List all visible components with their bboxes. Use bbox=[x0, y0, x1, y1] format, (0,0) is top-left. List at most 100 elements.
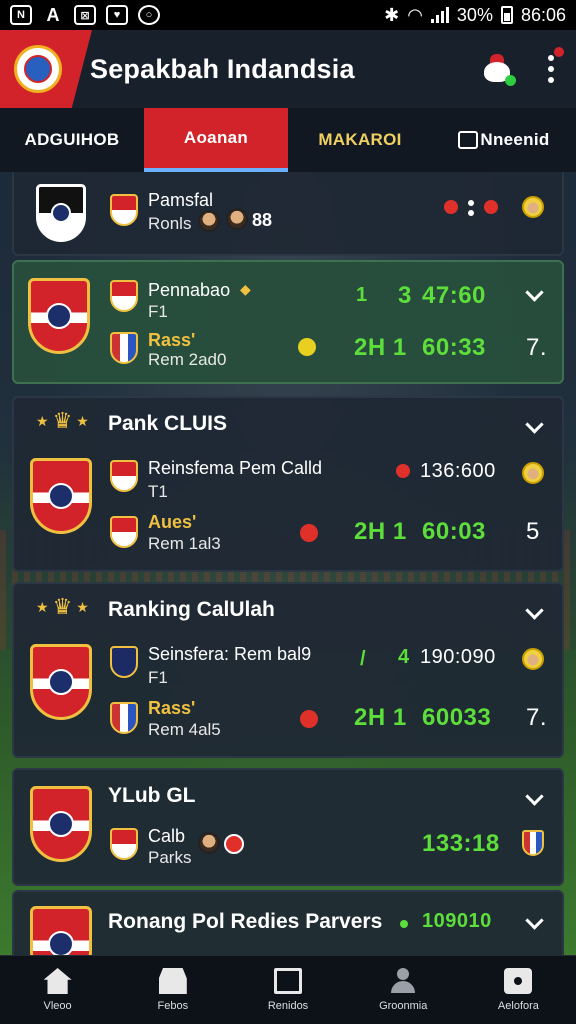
team-name: Rass' bbox=[148, 330, 196, 350]
expand-chevron-icon[interactable] bbox=[525, 911, 544, 930]
red-card-icon bbox=[396, 464, 410, 478]
team-name: Pamsfal bbox=[148, 190, 214, 210]
nav-item-home[interactable]: Vleoo bbox=[0, 956, 115, 1024]
team-name: Calb bbox=[148, 826, 186, 846]
nav-label: Vleoo bbox=[43, 1000, 72, 1012]
red-card-icon bbox=[444, 200, 458, 214]
team-badge bbox=[110, 194, 138, 226]
player-avatar bbox=[226, 208, 248, 230]
yellow-card-icon bbox=[298, 338, 316, 356]
tab-3-icon bbox=[458, 131, 479, 149]
live-dot bbox=[400, 920, 408, 928]
tab-3[interactable]: Nneenid bbox=[432, 108, 576, 172]
team-badge bbox=[110, 516, 138, 548]
player-avatar bbox=[522, 648, 544, 670]
match-time: 60:33 bbox=[422, 334, 486, 361]
club-crest bbox=[30, 786, 92, 862]
tab-0[interactable]: ADGUIHOB bbox=[0, 108, 144, 172]
match-time: 133:18 bbox=[422, 830, 500, 857]
match-card[interactable]: ★ ♛ ★ Pank CLUIS Reinsfema Pem Calld T1 13… bbox=[12, 396, 564, 572]
team-subtitle: Parks bbox=[148, 848, 192, 867]
match-time: 190:090 bbox=[420, 646, 496, 668]
rating-icon: ◆ bbox=[240, 281, 251, 297]
match-card[interactable]: Ronang Pol Redies Parvers 109010 bbox=[12, 890, 564, 955]
location-icon: ♥ bbox=[106, 5, 128, 25]
red-card-icon bbox=[300, 524, 318, 542]
team-badge bbox=[110, 702, 138, 734]
signal-icon bbox=[430, 7, 449, 23]
match-time: 109010 bbox=[422, 910, 492, 932]
store-icon bbox=[158, 968, 187, 994]
league-stars-icon: ★ ♛ ★ bbox=[36, 594, 89, 619]
match-count: 5 bbox=[526, 518, 540, 545]
nav-label: Febos bbox=[157, 1000, 189, 1012]
player-tag: 88 bbox=[252, 210, 273, 230]
team-subtitle: Rem 4al5 bbox=[148, 720, 221, 739]
user-icon bbox=[389, 968, 417, 994]
nav-label: Aelofora bbox=[497, 1000, 539, 1012]
club-crest bbox=[36, 184, 86, 242]
player-avatar bbox=[198, 210, 220, 232]
league-heading: Pank CLUIS bbox=[108, 412, 228, 435]
league-stars-icon: ★ ♛ ★ bbox=[36, 408, 89, 433]
notification-bell-icon[interactable] bbox=[482, 54, 516, 86]
info-icon bbox=[504, 968, 533, 994]
nav-item-store[interactable]: Febos bbox=[115, 956, 230, 1024]
battery-icon bbox=[500, 6, 513, 24]
app-title: Sepakbah Indandsia bbox=[90, 53, 355, 84]
more-options-icon[interactable] bbox=[548, 47, 564, 83]
bottom-navigation: Vleoo Febos Renidos Groonmia Aelofora bbox=[0, 955, 576, 1024]
league-heading: Ranking CalUlah bbox=[108, 598, 275, 621]
federation-logo bbox=[14, 45, 62, 93]
player-avatar bbox=[198, 832, 220, 854]
nav-label: Renidos bbox=[267, 1000, 309, 1012]
gallery-icon: ⊠ bbox=[74, 5, 96, 25]
box-icon bbox=[274, 968, 302, 994]
tab-bar: ADGUIHOB Aoanan MAKAROI Nneenid bbox=[0, 108, 576, 172]
tab-2[interactable]: MAKAROI bbox=[288, 108, 432, 172]
match-card[interactable]: YLub GL Calb Parks 133:18 bbox=[12, 768, 564, 886]
half-indicator: 2H 1 bbox=[354, 518, 407, 545]
nav-item-box[interactable]: Renidos bbox=[230, 956, 345, 1024]
match-count: 7. bbox=[526, 334, 548, 361]
match-card[interactable]: Pamsfal Ronls 88 bbox=[12, 172, 564, 256]
brand-block[interactable] bbox=[0, 30, 92, 108]
nav-item-profile[interactable]: Groonmia bbox=[346, 956, 461, 1024]
club-crest bbox=[30, 458, 92, 534]
match-time: 47:60 bbox=[422, 282, 486, 309]
tab-1[interactable]: Aoanan bbox=[144, 108, 288, 172]
expand-chevron-icon[interactable] bbox=[525, 415, 544, 434]
score: 3 bbox=[398, 282, 412, 309]
match-time: 60033 bbox=[422, 704, 492, 731]
bluetooth-icon: ✱ bbox=[384, 4, 400, 25]
team-subtitle: Ronls bbox=[148, 214, 192, 233]
expand-chevron-icon[interactable] bbox=[525, 601, 544, 620]
team-subtitle: Rem 2ad0 bbox=[148, 350, 227, 369]
app-icon: A bbox=[46, 4, 60, 25]
clock: 86:06 bbox=[520, 4, 566, 25]
separator-dot bbox=[468, 200, 474, 206]
match-list[interactable]: Pamsfal Ronls 88 Pennabao ◆ F1 Rass' Rem… bbox=[0, 172, 576, 955]
nav-item-info[interactable]: Aelofora bbox=[461, 956, 576, 1024]
expand-chevron-icon[interactable] bbox=[525, 787, 544, 806]
match-count: 7. bbox=[526, 704, 548, 731]
match-card[interactable]: ★ ♛ ★ Ranking CalUlah Seinsfera: Rem bal9 … bbox=[12, 582, 564, 758]
team-name: Seinsfera: Rem bal9 bbox=[148, 644, 312, 664]
club-crest bbox=[28, 278, 90, 354]
match-time: 136:600 bbox=[420, 460, 496, 482]
team-name: Aues' bbox=[148, 512, 197, 532]
notification-icon: N bbox=[10, 5, 32, 25]
separator-dot bbox=[468, 210, 474, 216]
team-subtitle: F1 bbox=[148, 302, 168, 321]
team-subtitle: Rem 1al3 bbox=[148, 534, 221, 553]
app-header: Sepakbah Indandsia bbox=[0, 30, 576, 108]
league-heading: YLub GL bbox=[108, 784, 196, 807]
home-icon bbox=[43, 968, 72, 994]
team-badge bbox=[110, 332, 138, 364]
match-time: 60:03 bbox=[422, 518, 486, 545]
expand-chevron-icon[interactable] bbox=[525, 283, 544, 302]
match-minute: / bbox=[360, 648, 367, 670]
match-card-highlighted[interactable]: Pennabao ◆ F1 Rass' Rem 2ad0 1 3 47:60 2… bbox=[12, 260, 564, 384]
battery-percent: 30% bbox=[456, 4, 493, 25]
player-avatar bbox=[522, 462, 544, 484]
